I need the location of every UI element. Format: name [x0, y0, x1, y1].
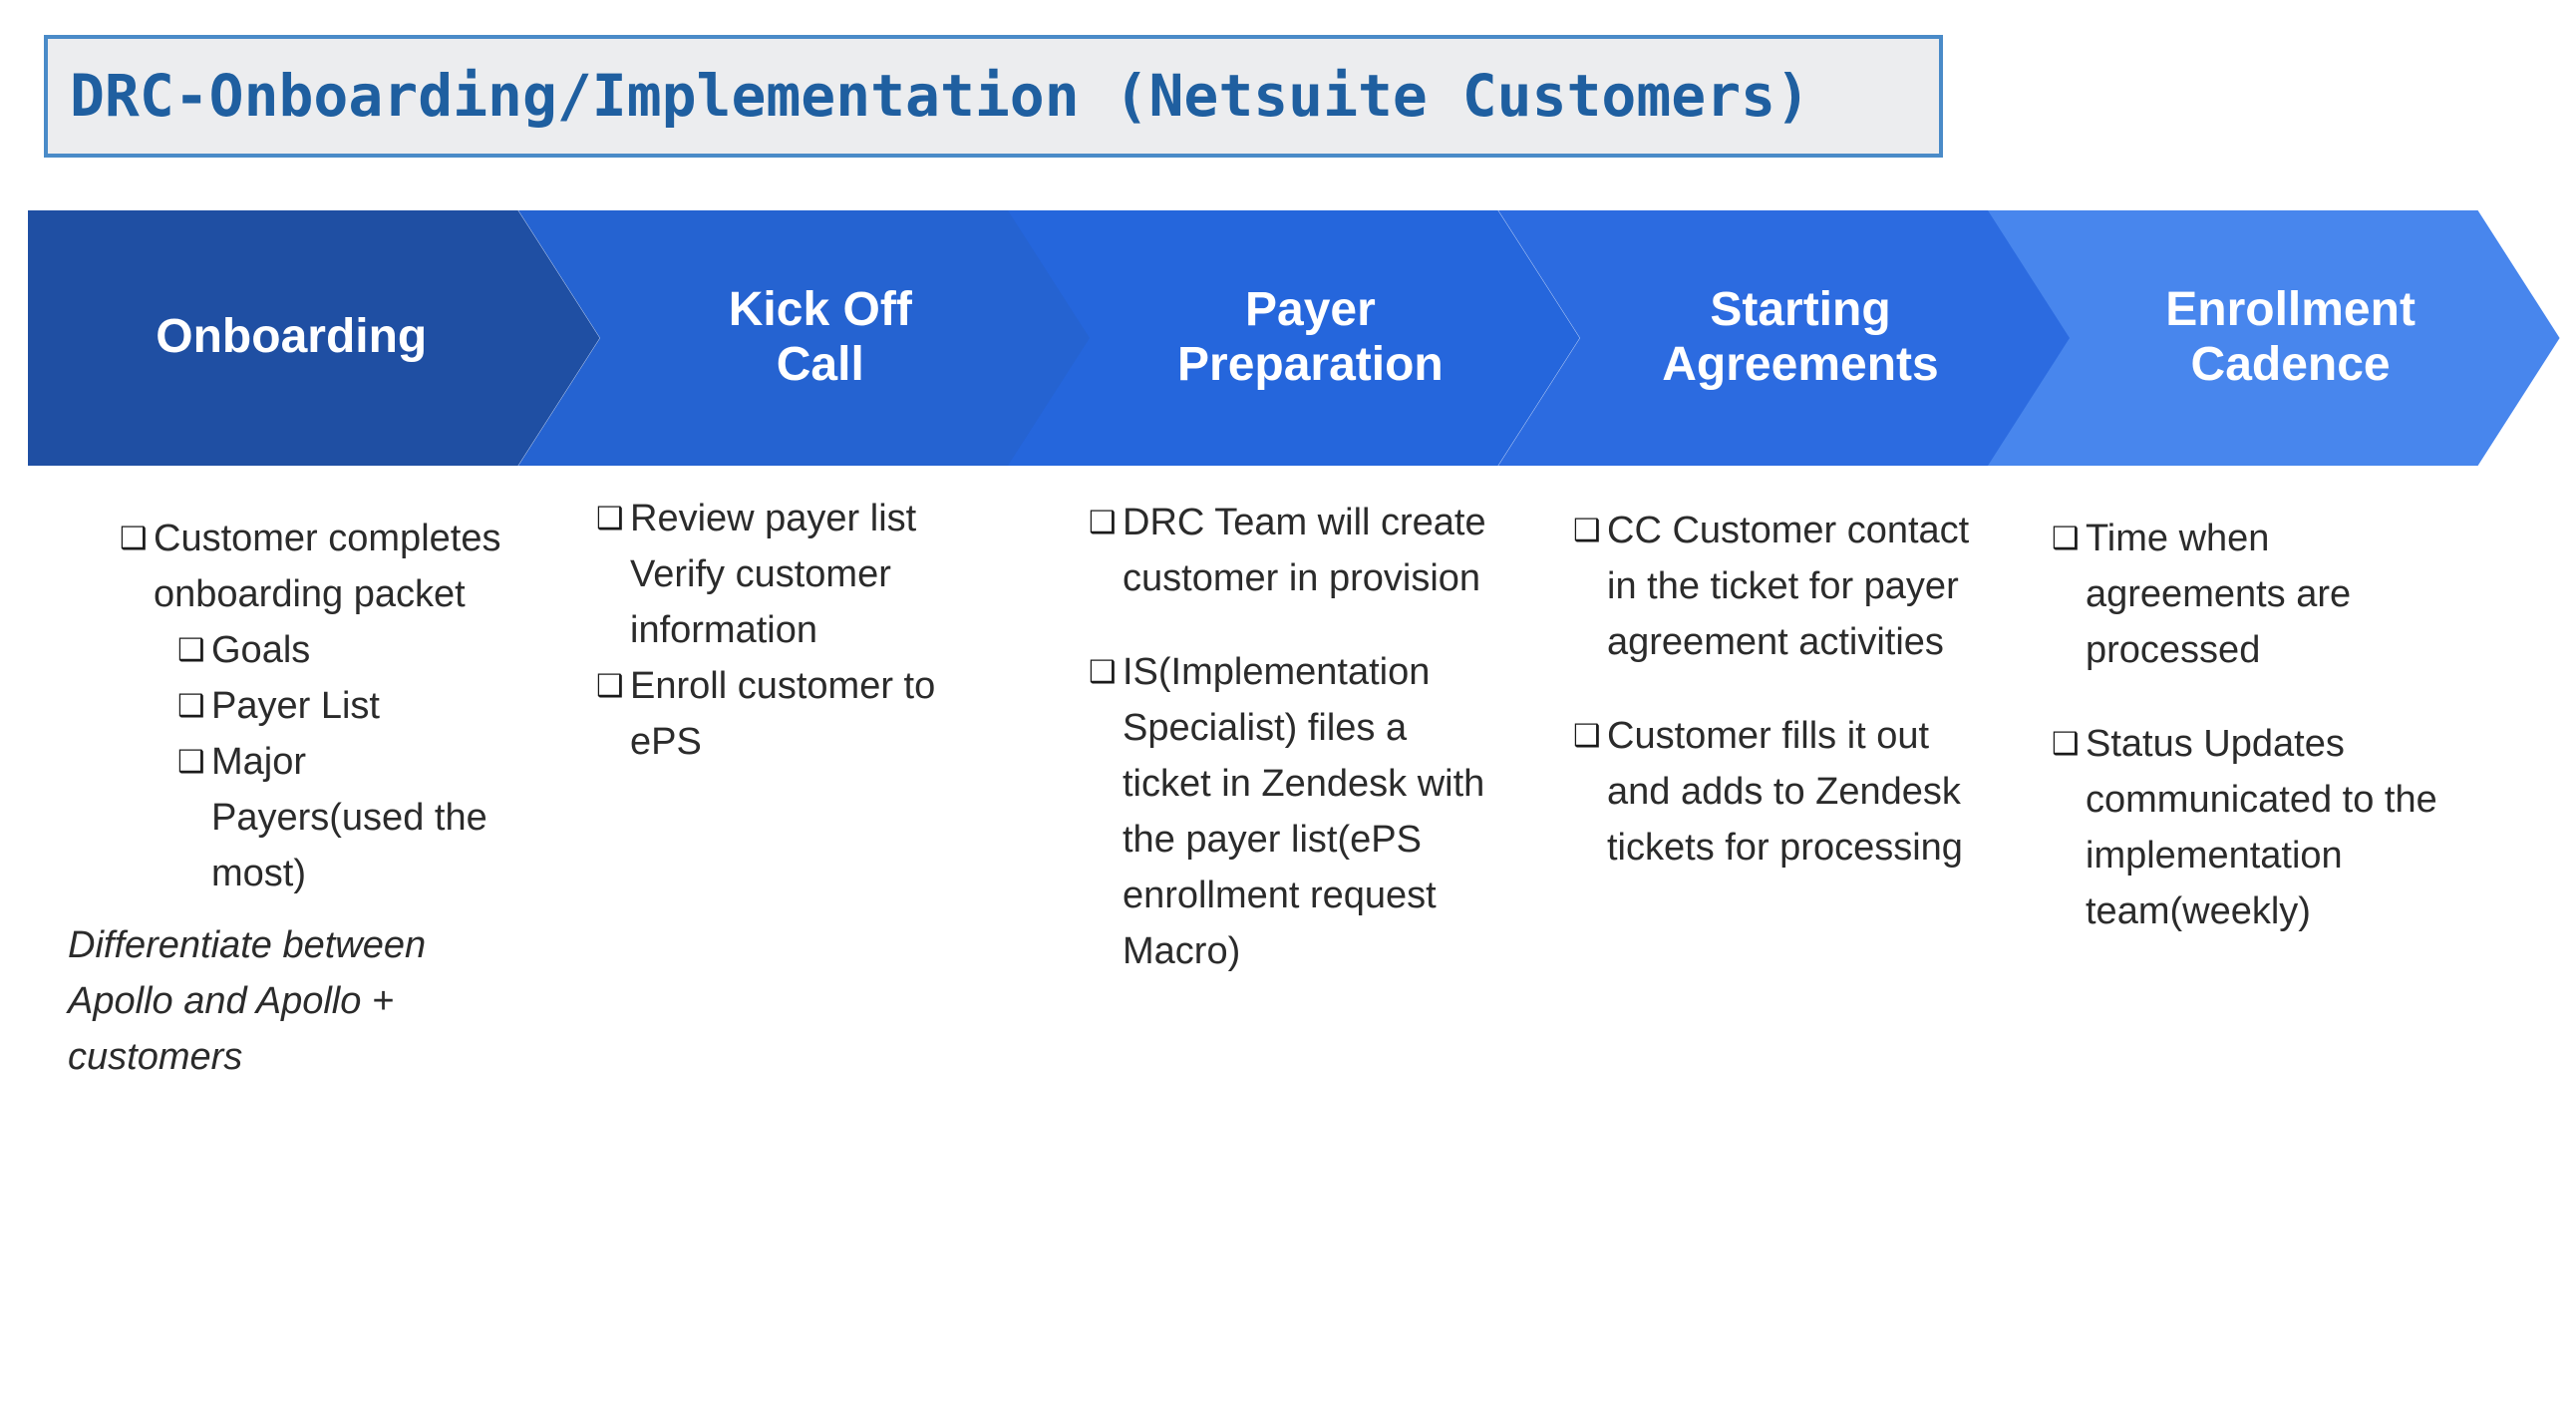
bullet-column-2: ❑ Review payer list Verify customer infor…	[596, 491, 995, 770]
checkbox-square-icon: ❑	[177, 688, 205, 724]
bullet-item-text: Customer completes onboarding packet	[154, 518, 501, 615]
bullet-item: ❑ CC Customer contact in the ticket for p…	[1573, 503, 1972, 670]
process-stage-5[interactable]: Enrollment Cadence	[1988, 210, 2560, 466]
checkbox-square-icon: ❑	[1089, 505, 1117, 540]
checkbox-square-icon: ❑	[177, 632, 205, 668]
checkbox-square-icon: ❑	[596, 501, 624, 536]
bullet-item: ❑ Status Updates communicated to the impl…	[2052, 716, 2450, 939]
bullet-item-text: Payer List	[211, 685, 380, 727]
bullet-column-3: ❑ DRC Team will create customer in provis…	[1089, 495, 1487, 979]
checkbox-square-icon: ❑	[1573, 718, 1601, 754]
bullet-item-text: IS(Implementation Specialist) files a ti…	[1123, 651, 1485, 972]
bullet-item: ❑ Enroll customer to ePS	[596, 658, 995, 770]
bullet-item-text: Time when agreements are processed	[2086, 518, 2352, 671]
column-note: Differentiate between Apollo and Apollo …	[68, 924, 427, 1078]
bullet-item: ❑ Goals	[120, 622, 518, 678]
checkbox-square-icon: ❑	[120, 521, 148, 556]
bullet-item-text: Customer fills it out and adds to Zendes…	[1607, 715, 1963, 869]
bullet-item: ❑ IS(Implementation Specialist) files a t…	[1089, 644, 1487, 979]
process-stage-2[interactable]: Kick Off Call	[517, 210, 1091, 466]
checkbox-square-icon: ❑	[1573, 513, 1601, 548]
bullet-column-4: ❑ CC Customer contact in the ticket for p…	[1573, 503, 1972, 876]
bullet-item-text: CC Customer contact in the ticket for pa…	[1607, 510, 1970, 663]
process-stage-label: Kick Off Call	[728, 282, 912, 391]
process-stage-label: Starting Agreements	[1662, 282, 1939, 391]
checkbox-square-icon: ❑	[177, 744, 205, 780]
bullet-item-text: DRC Team will create customer in provisi…	[1123, 502, 1486, 599]
bullet-item-text: Status Updates communicated to the imple…	[2086, 723, 2437, 932]
bullet-column-5: ❑ Time when agreements are processed ❑ Stat…	[2052, 511, 2450, 939]
bullet-item: ❑ Major Payers(used the most)	[120, 734, 518, 901]
bullet-item-text: Enroll customer to ePS	[630, 665, 936, 763]
bullet-column-1: ❑ Customer completes onboarding packet ❑ Go…	[68, 511, 518, 1085]
bullet-item: ❑ Review payer list Verify customer infor…	[596, 491, 995, 658]
bullet-item-text: Review payer list Verify customer inform…	[630, 498, 917, 651]
bullet-item-text: Major Payers(used the most)	[211, 741, 487, 894]
process-stage-label: Enrollment Cadence	[2165, 282, 2415, 391]
process-stage-4[interactable]: Starting Agreements	[1497, 210, 2071, 466]
process-stage-label: Onboarding	[156, 310, 428, 364]
diagram-title-box: DRC-Onboarding/Implementation (Netsuite …	[44, 35, 1943, 158]
checkbox-square-icon: ❑	[2052, 521, 2080, 556]
checkbox-square-icon: ❑	[596, 668, 624, 704]
process-chevron-band: Onboarding Kick Off Call Payer Preparation…	[0, 210, 2576, 466]
checkbox-square-icon: ❑	[1089, 654, 1117, 690]
bullet-item-text: Goals	[211, 629, 311, 671]
bullet-item: ❑ DRC Team will create customer in provis…	[1089, 495, 1487, 606]
process-stage-3[interactable]: Payer Preparation	[1008, 210, 1580, 466]
bullet-item: ❑ Time when agreements are processed	[2052, 511, 2450, 678]
process-stage-1[interactable]: Onboarding	[28, 210, 600, 466]
bullet-item: ❑ Customer completes onboarding packet	[120, 511, 518, 622]
page-title: DRC-Onboarding/Implementation (Netsuite …	[70, 61, 1810, 130]
bullet-item: ❑ Customer fills it out and adds to Zende…	[1573, 708, 1972, 876]
bullet-item: ❑ Payer List	[120, 678, 518, 734]
checkbox-square-icon: ❑	[2052, 726, 2080, 762]
process-stage-label: Payer Preparation	[1177, 282, 1444, 391]
